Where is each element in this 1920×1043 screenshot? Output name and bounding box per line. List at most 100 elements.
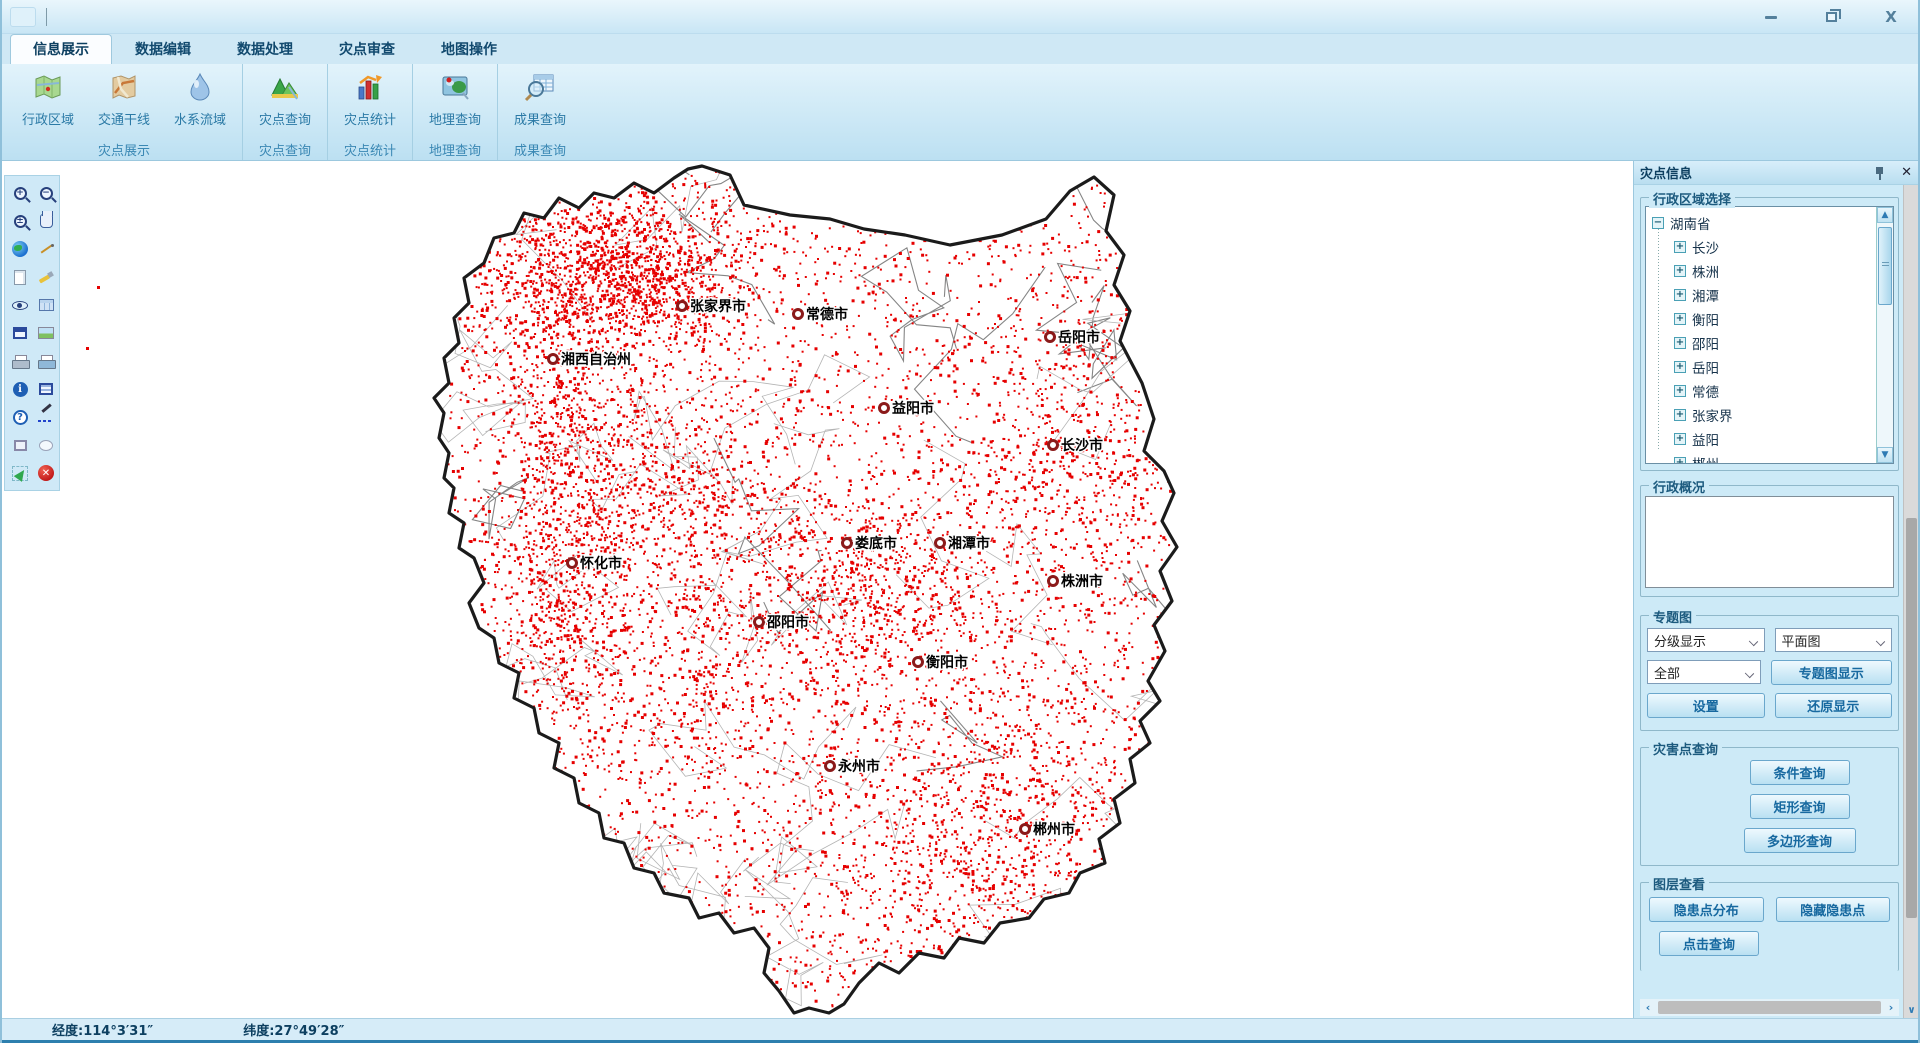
legend-window-icon[interactable] — [8, 321, 32, 345]
tree-node-city[interactable]: + 衡阳 — [1652, 307, 1876, 331]
city-marker-icon — [914, 658, 923, 667]
tab-map-operate[interactable]: 地图操作 — [418, 34, 520, 64]
ribbon-group-caption: 地理查询 — [417, 140, 493, 160]
measure-line-icon[interactable] — [34, 237, 58, 261]
result-query-button[interactable]: 成果查询 — [502, 66, 578, 138]
pan-icon[interactable] — [34, 209, 58, 233]
thematic-show-button[interactable]: 专题图显示 — [1771, 660, 1893, 685]
delete-icon[interactable]: ✕ — [34, 461, 58, 485]
panel-horizontal-scrollbar[interactable]: ‹ › — [1640, 999, 1899, 1016]
expand-icon[interactable]: + — [1674, 433, 1686, 445]
scroll-thumb[interactable] — [1658, 1001, 1881, 1014]
disaster-point-query-button[interactable]: 灾点查询 — [247, 66, 323, 138]
expand-icon[interactable]: + — [1674, 265, 1686, 277]
expand-icon[interactable]: + — [1674, 289, 1686, 301]
restore-icon[interactable] — [1818, 7, 1844, 27]
print-icon[interactable] — [8, 349, 32, 373]
tree-node-root[interactable]: − 湖南省 — [1652, 211, 1876, 235]
eagle-eye-icon[interactable] — [8, 293, 32, 317]
tree-node-city[interactable]: + 邵阳 — [1652, 331, 1876, 355]
ribbon-group-geo-query: 地理查询 地理查询 — [412, 64, 497, 160]
clear-brush-icon[interactable] — [34, 265, 58, 289]
print-preview-icon[interactable] — [34, 349, 58, 373]
pointer-select-icon[interactable] — [8, 461, 32, 485]
panel-close-icon[interactable]: ✕ — [1901, 165, 1912, 180]
export-image-icon[interactable] — [34, 321, 58, 345]
help-icon[interactable]: ? — [8, 405, 32, 429]
hunan-province-map[interactable]: 张家界市常德市岳阳市湘西自治州益阳市长沙市娄底市湘潭市怀化市株洲市邵阳市衡阳市永… — [2, 161, 1633, 1018]
latitude-readout: 纬度:27°49′28″ — [243, 1020, 344, 1039]
longitude-readout: 经度:114°3′31″ — [52, 1020, 153, 1039]
geo-map-icon — [438, 70, 472, 104]
collapse-icon[interactable]: − — [1652, 217, 1664, 229]
rectangle-query-button[interactable]: 矩形查询 — [1750, 794, 1850, 819]
scroll-thumb[interactable] — [1906, 518, 1917, 918]
tree-node-city[interactable]: + 湘潭 — [1652, 283, 1876, 307]
tree-scrollbar[interactable]: ▲ ▼ — [1876, 207, 1893, 463]
city-marker-icon — [1049, 577, 1058, 586]
attribute-table-icon[interactable] — [34, 293, 58, 317]
tab-data-process[interactable]: 数据处理 — [214, 34, 316, 64]
scroll-down-icon[interactable]: ∨ — [1904, 1005, 1919, 1016]
hazard-distribution-button[interactable]: 隐患点分布 — [1649, 897, 1764, 922]
full-extent-icon[interactable] — [8, 237, 32, 261]
expand-icon[interactable]: + — [1674, 337, 1686, 349]
expand-icon[interactable]: + — [1674, 313, 1686, 325]
scroll-right-icon[interactable]: › — [1883, 999, 1899, 1016]
scroll-down-icon[interactable]: ▼ — [1877, 447, 1893, 463]
minimize-icon[interactable] — [1758, 7, 1784, 27]
admin-region-button[interactable]: 行政区域 — [10, 66, 86, 138]
water-system-button[interactable]: 水系流域 — [162, 66, 238, 138]
city-marker-icon — [549, 355, 558, 364]
tree-node-city[interactable]: + 长沙 — [1652, 235, 1876, 259]
map-canvas[interactable]: 张家界市常德市岳阳市湘西自治州益阳市长沙市娄底市湘潭市怀化市株洲市邵阳市衡阳市永… — [2, 161, 1633, 1018]
zoom-extent-icon[interactable]: ± — [8, 209, 32, 233]
polygon-query-button[interactable]: 多边形查询 — [1744, 828, 1856, 853]
blank-page-icon[interactable] — [8, 265, 32, 289]
zoom-in-icon[interactable]: + — [8, 181, 32, 205]
title-bar: X — [2, 0, 1918, 34]
tree-node-city[interactable]: + 益阳 — [1652, 427, 1876, 451]
ribbon-group-result-query: 成果查询 成果查询 — [497, 64, 582, 160]
info-icon[interactable]: i — [8, 377, 32, 401]
disaster-point-stats-button[interactable]: 灾点统计 — [332, 66, 408, 138]
ellipse-select-icon[interactable] — [34, 433, 58, 457]
tree-node-city[interactable]: + 常德 — [1652, 379, 1876, 403]
expand-icon[interactable]: + — [1674, 241, 1686, 253]
expand-icon[interactable]: + — [1674, 457, 1686, 463]
tree-node-city[interactable]: + 岳阳 — [1652, 355, 1876, 379]
grade-display-select[interactable]: 分级显示 — [1647, 628, 1765, 652]
tree-node-city[interactable]: + 郴州 — [1652, 451, 1876, 463]
geo-query-button[interactable]: 地理查询 — [417, 66, 493, 138]
admin-overview-textarea[interactable] — [1645, 496, 1894, 588]
tab-point-review[interactable]: 灾点审查 — [316, 34, 418, 64]
expand-icon[interactable]: + — [1674, 361, 1686, 373]
tree-node-city[interactable]: + 张家界 — [1652, 403, 1876, 427]
layer-view-group: 图层查看 隐患点分布 隐藏隐患点 点击查询 — [1640, 882, 1899, 971]
traffic-lines-button[interactable]: 交通干线 — [86, 66, 162, 138]
thematic-map-label: 专题图 — [1649, 607, 1696, 626]
scroll-left-icon[interactable]: ‹ — [1640, 999, 1656, 1016]
tab-data-edit[interactable]: 数据编辑 — [112, 34, 214, 64]
close-icon[interactable]: X — [1878, 7, 1904, 27]
hide-hazard-button[interactable]: 隐藏隐患点 — [1776, 897, 1891, 922]
expand-icon[interactable]: + — [1674, 409, 1686, 421]
tree-node-city[interactable]: + 株洲 — [1652, 259, 1876, 283]
click-query-button[interactable]: 点击查询 — [1659, 931, 1759, 956]
panel-vertical-scrollbar[interactable]: ∨ — [1903, 185, 1918, 1018]
scroll-thumb[interactable] — [1878, 227, 1892, 305]
app-menu-button[interactable] — [10, 7, 36, 27]
condition-query-button[interactable]: 条件查询 — [1750, 760, 1850, 785]
scroll-up-icon[interactable]: ▲ — [1877, 207, 1893, 223]
scope-select[interactable]: 全部 — [1647, 660, 1761, 684]
document-view-icon[interactable] — [34, 377, 58, 401]
expand-icon[interactable]: + — [1674, 385, 1686, 397]
restore-display-button[interactable]: 还原显示 — [1775, 693, 1893, 718]
zoom-out-icon[interactable]: − — [34, 181, 58, 205]
sketch-pen-icon[interactable] — [34, 405, 58, 429]
settings-button[interactable]: 设置 — [1647, 693, 1765, 718]
map-type-select[interactable]: 平面图 — [1775, 628, 1893, 652]
rectangle-select-icon[interactable] — [8, 433, 32, 457]
pin-icon[interactable] — [1873, 165, 1887, 181]
tab-info-display[interactable]: 信息展示 — [10, 34, 112, 64]
